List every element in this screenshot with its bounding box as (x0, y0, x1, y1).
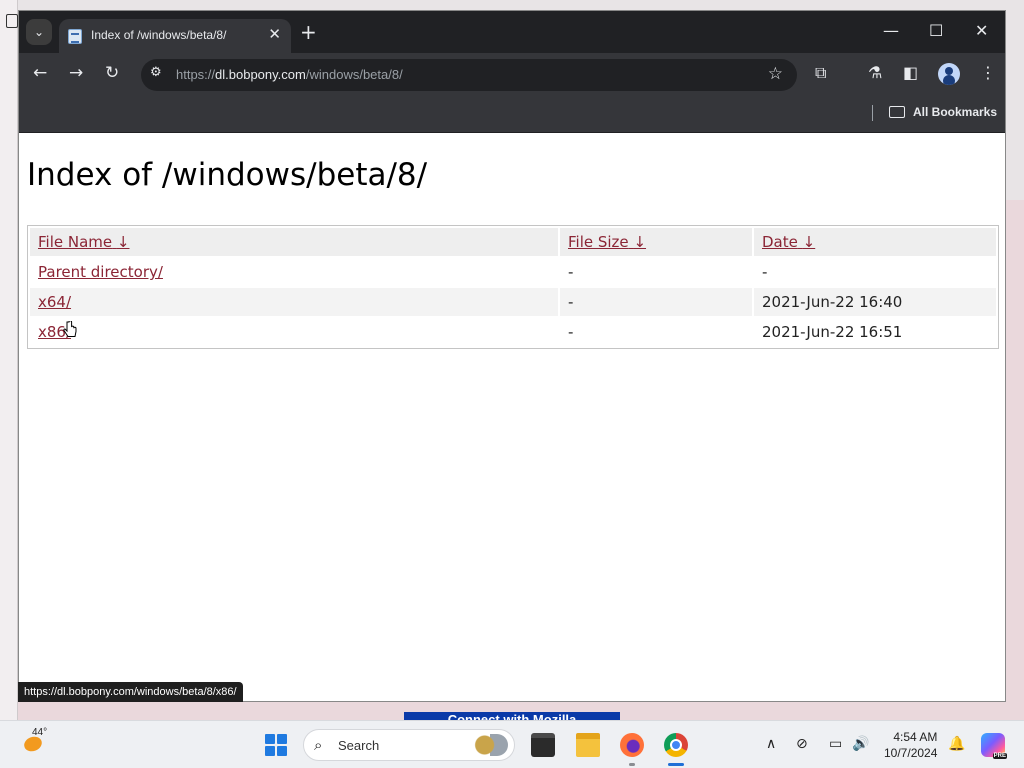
weather-temperature: 44° (32, 727, 48, 738)
url-scheme: https:// (176, 67, 216, 82)
sort-by-date-link[interactable]: Date ↓ (762, 233, 815, 251)
tab-search-button[interactable]: ⌄ (26, 19, 52, 45)
column-label: Date (762, 233, 798, 251)
url-domain: dl.bobpony.com (215, 67, 306, 82)
weather-widget[interactable]: 44° (22, 727, 47, 755)
file-explorer-icon[interactable] (576, 733, 600, 757)
file-name-cell: Parent directory/ (30, 258, 558, 286)
table-header-row: File Name ↓ File Size ↓ Date ↓ (30, 228, 996, 256)
search-icon: ⌕ (314, 736, 323, 754)
notifications-bell-icon[interactable]: 🔔 (948, 735, 965, 753)
url-path: /windows/beta/8/ (305, 67, 403, 82)
close-window-button[interactable]: ✕ (975, 21, 988, 40)
url-text[interactable]: https://dl.bobpony.com/windows/beta/8/ (176, 67, 403, 82)
labs-icon[interactable]: ⚗ (868, 63, 882, 83)
copilot-badge: PRE (992, 753, 1007, 759)
link-status-bubble: https://dl.bobpony.com/windows/beta/8/x8… (18, 682, 243, 702)
maximize-button[interactable]: ☐ (929, 21, 943, 40)
bookmarks-separator (872, 105, 873, 121)
folder-icon (889, 106, 905, 118)
extensions-icon[interactable]: ⧉ (815, 63, 826, 83)
file-size-cell: - (568, 323, 574, 341)
date-cell: - (762, 263, 768, 281)
system-clock[interactable]: 4:54 AM 10/7/2024 (884, 729, 937, 761)
date-cell: 2021-Jun-22 16:40 (754, 288, 996, 316)
side-panel-icon[interactable]: ◧ (903, 63, 918, 83)
file-name-cell: x86/ (30, 318, 558, 346)
column-label: File Name (38, 233, 113, 251)
file-size-cell: - (568, 263, 574, 281)
minimize-button[interactable]: — (883, 21, 899, 40)
sort-by-name-link[interactable]: File Name ↓ (38, 233, 129, 251)
page-favicon-icon (68, 29, 82, 44)
date-cell: 2021-Jun-22 16:51 (762, 323, 903, 341)
site-info-icon[interactable]: ⚙ (150, 65, 162, 80)
file-listing-table: File Name ↓ File Size ↓ Date ↓ Parent di… (27, 225, 999, 349)
search-highlight-icon (472, 734, 508, 756)
chrome-active-indicator (668, 763, 684, 766)
address-bar[interactable]: ⚙ https://dl.bobpony.com/windows/beta/8/… (141, 59, 797, 91)
volume-icon[interactable]: 🔊 (852, 735, 869, 753)
table-row: Parent directory/ - - (30, 258, 996, 286)
tab-close-icon[interactable]: ✕ (268, 25, 281, 43)
table-row: x86/ - 2021-Jun-22 16:51 (30, 318, 996, 346)
bookmarks-bar: All Bookmarks (19, 95, 1005, 133)
sort-by-size-link[interactable]: File Size ↓ (568, 233, 646, 251)
table-row: x64/ - 2021-Jun-22 16:40 (30, 288, 996, 316)
search-label: Search (338, 738, 380, 753)
taskbar: 44° ⌕ Search ∧ ⊘ ▭ 🔊 4:54 AM 10/7/2024 🔔… (0, 720, 1024, 768)
profile-avatar-icon[interactable] (938, 63, 960, 85)
x64-folder-link[interactable]: x64/ (38, 293, 71, 311)
network-icon[interactable]: ⊘ (796, 735, 808, 753)
taskbar-search[interactable]: ⌕ Search (303, 729, 515, 761)
hand-cursor-icon (63, 321, 77, 337)
sort-arrow-icon: ↓ (633, 233, 647, 251)
file-name-cell: x64/ (30, 288, 558, 316)
page-content: Index of /windows/beta/8/ File Name ↓ Fi… (19, 133, 1005, 701)
back-button[interactable]: ← (33, 63, 47, 83)
background-window-icon (6, 14, 18, 28)
all-bookmarks-button[interactable]: All Bookmarks (913, 105, 997, 119)
column-header-file-size: File Size ↓ (560, 228, 752, 256)
background-window-edge (0, 0, 18, 720)
sort-arrow-icon: ↓ (802, 233, 816, 251)
sort-arrow-icon: ↓ (116, 233, 130, 251)
clock-date: 10/7/2024 (884, 746, 938, 760)
chrome-icon[interactable] (664, 733, 688, 757)
start-button[interactable] (265, 734, 287, 756)
page-title: Index of /windows/beta/8/ (27, 157, 428, 193)
column-header-date: Date ↓ (754, 228, 996, 256)
browser-toolbar: ← → ↻ ⚙ https://dl.bobpony.com/windows/b… (19, 53, 1005, 95)
clock-time: 4:54 AM (893, 730, 938, 744)
display-icon[interactable]: ▭ (829, 735, 842, 753)
tray-chevron-icon[interactable]: ∧ (766, 735, 776, 753)
tab-strip: ⌄ Index of /windows/beta/8/ ✕ + — ☐ ✕ (19, 11, 1005, 53)
firefox-running-indicator (629, 763, 635, 766)
forward-button[interactable]: → (69, 63, 83, 83)
active-tab[interactable]: Index of /windows/beta/8/ ✕ (59, 19, 291, 53)
column-header-file-name: File Name ↓ (30, 228, 558, 256)
terminal-app-icon[interactable] (531, 733, 555, 757)
reload-button[interactable]: ↻ (105, 63, 119, 83)
browser-window: ⌄ Index of /windows/beta/8/ ✕ + — ☐ ✕ ← … (18, 10, 1006, 702)
bookmark-star-icon[interactable]: ☆ (768, 64, 783, 84)
firefox-icon[interactable] (620, 733, 644, 757)
browser-menu-icon[interactable]: ⋮ (980, 63, 996, 83)
file-size-cell: - (560, 288, 752, 316)
new-tab-button[interactable]: + (300, 19, 317, 45)
parent-directory-link[interactable]: Parent directory/ (38, 263, 163, 281)
copilot-icon[interactable]: PRE (981, 733, 1007, 759)
column-label: File Size (568, 233, 629, 251)
tab-title: Index of /windows/beta/8/ (91, 28, 227, 42)
